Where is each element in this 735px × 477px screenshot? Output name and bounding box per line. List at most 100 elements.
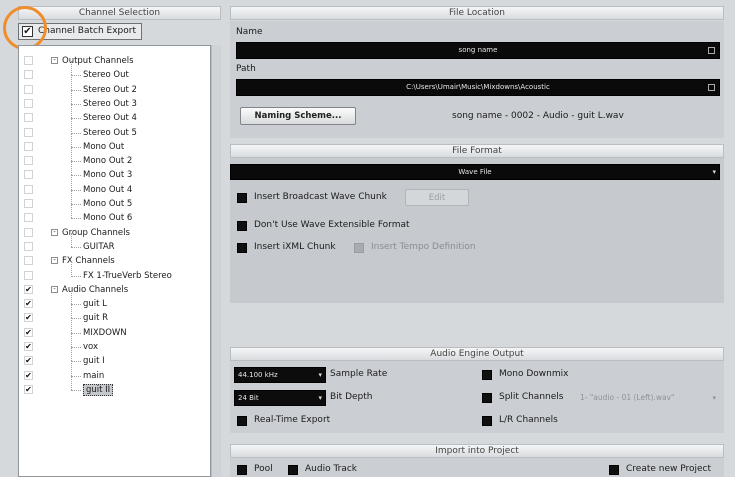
mono-downmix-checkbox[interactable] [482, 370, 492, 380]
tree-channel-row[interactable]: Mono Out 2 [83, 154, 132, 168]
tree-connector [71, 118, 81, 120]
tree-channel-row[interactable]: Mono Out [83, 140, 124, 154]
sample-rate-label: Sample Rate [330, 369, 388, 379]
realtime-export-label: Real-Time Export [254, 415, 331, 425]
split-channels-checkbox[interactable] [482, 393, 492, 403]
tree-row-checkbox[interactable] [24, 156, 33, 166]
tree-row-checkbox[interactable] [24, 56, 33, 65]
tree-row-checkbox[interactable]: ✔ [24, 299, 33, 309]
tree-row-checkbox[interactable] [24, 241, 33, 251]
audio-engine-output-panel: 44.100 kHz ▾ Sample Rate 24 Bit ▾ Bit De… [230, 361, 724, 433]
tree-connector [71, 318, 81, 320]
tree-row-checkbox[interactable] [24, 213, 33, 223]
tree-group-row[interactable]: - FX Channels [51, 254, 115, 268]
tree-row-checkbox[interactable]: ✔ [24, 313, 33, 323]
tree-row-checkbox[interactable] [24, 84, 33, 94]
file-format-select[interactable]: Wave File ▾ [230, 164, 720, 180]
tree-group-row[interactable]: - Group Channels [51, 226, 130, 240]
tree-channel-row[interactable]: Mono Out 4 [83, 183, 132, 197]
naming-scheme-button[interactable]: Naming Scheme... [240, 107, 356, 125]
tree-row-checkbox[interactable] [24, 227, 33, 237]
tree-row-checkbox[interactable] [24, 256, 33, 266]
insert-broadcast-checkbox[interactable] [237, 193, 247, 203]
channel-batch-export-label: Channel Batch Export [38, 26, 137, 36]
tree-channel-row[interactable]: guit R [83, 311, 108, 325]
tree-channel-row[interactable]: Mono Out 3 [83, 168, 132, 182]
channel-selection-header: Channel Selection [18, 6, 221, 20]
channel-tree[interactable]: - Output Channels Stereo Out Stereo Out 2 St… [18, 45, 211, 477]
dont-use-extensible-checkbox[interactable] [237, 221, 247, 231]
file-format-dropdown-icon: ▾ [712, 168, 716, 176]
tree-channel-row[interactable]: GUITAR [83, 240, 115, 254]
create-new-project-checkbox[interactable] [609, 465, 619, 475]
tree-row-checkbox[interactable] [24, 141, 33, 151]
split-channels-value: 1- "audio - 01 (Left).wav" [580, 393, 675, 402]
tree-channel-row[interactable]: FX 1-TrueVerb Stereo [83, 269, 172, 283]
tree-connector [71, 161, 72, 176]
tree-channel-row[interactable]: main [83, 369, 104, 383]
insert-ixml-checkbox[interactable] [237, 243, 247, 253]
tree-row-label: GUITAR [83, 241, 115, 252]
sample-rate-select[interactable]: 44.100 kHz ▾ [234, 367, 326, 383]
path-label: Path [236, 64, 256, 74]
name-field[interactable]: song name [236, 42, 720, 59]
tree-row-checkbox[interactable]: ✔ [24, 284, 33, 294]
tree-row-checkbox[interactable] [24, 127, 33, 137]
split-channels-select[interactable]: 1- "audio - 01 (Left).wav" ▾ [580, 390, 720, 406]
tree-row-checkbox[interactable] [24, 170, 33, 180]
tree-channel-row[interactable]: guit I [83, 354, 105, 368]
path-field[interactable]: C:\Users\Umair\Music\Mixdowns\Acoustic [236, 79, 720, 96]
tree-channel-row[interactable]: Mono Out 6 [83, 211, 132, 225]
tree-connector [71, 103, 72, 119]
tree-row-checkbox[interactable] [24, 113, 33, 123]
realtime-export-checkbox[interactable] [237, 416, 247, 426]
tree-channel-row[interactable]: Stereo Out [83, 68, 129, 82]
tree-connector [71, 304, 72, 319]
insert-tempo-checkbox[interactable] [354, 243, 364, 253]
tree-connector [71, 175, 81, 177]
tree-row-checkbox[interactable]: ✔ [24, 370, 33, 380]
tree-group-row[interactable]: - Audio Channels [51, 283, 128, 297]
tree-row-checkbox[interactable] [24, 270, 33, 280]
collapse-icon[interactable]: - [51, 228, 58, 236]
tree-channel-row[interactable]: guit L [83, 297, 107, 311]
tree-channel-row[interactable]: MIXDOWN [83, 326, 127, 340]
path-browse-icon[interactable] [708, 84, 715, 91]
name-field-edit-icon[interactable] [708, 47, 715, 54]
tree-row-checkbox[interactable] [24, 184, 33, 194]
tree-row-checkbox[interactable]: ✔ [24, 327, 33, 337]
tree-connector [71, 61, 72, 76]
audio-track-label: Audio Track [305, 464, 357, 474]
tree-connector [71, 146, 72, 162]
tree-connector [71, 347, 81, 348]
tree-row-checkbox[interactable] [24, 70, 33, 80]
bit-depth-select[interactable]: 24 Bit ▾ [234, 390, 326, 406]
tree-channel-row[interactable]: Stereo Out 5 [83, 126, 137, 140]
tree-group-row[interactable]: - Output Channels [51, 54, 134, 68]
tree-channel-row[interactable]: Mono Out 5 [83, 197, 132, 211]
tree-channel-row[interactable]: Stereo Out 3 [83, 97, 137, 111]
tree-row-checkbox[interactable]: ✔ [24, 342, 33, 351]
tree-row-checkbox[interactable] [24, 98, 33, 108]
file-location-header: File Location [230, 6, 724, 20]
tree-row-label: Mono Out 2 [83, 156, 133, 167]
tree-row-checkbox[interactable] [24, 199, 33, 208]
collapse-icon[interactable]: - [51, 285, 58, 293]
tree-row-checkbox[interactable]: ✔ [24, 384, 33, 394]
pool-checkbox[interactable] [237, 465, 247, 475]
channel-tree-scrollbar[interactable] [211, 45, 221, 477]
tree-row-label: vox [83, 342, 98, 352]
tree-row-checkbox[interactable]: ✔ [24, 356, 33, 366]
audio-track-checkbox[interactable] [288, 465, 298, 475]
tree-channel-row[interactable]: guit II [83, 383, 114, 397]
tree-connector [71, 304, 81, 306]
broadcast-edit-button[interactable]: Edit [405, 189, 469, 206]
tree-channel-row[interactable]: vox [83, 340, 98, 354]
highlight-circle-annotation [3, 6, 47, 50]
lr-channels-checkbox[interactable] [482, 416, 492, 426]
tree-channel-row[interactable]: Stereo Out 2 [83, 83, 137, 97]
tree-channel-row[interactable]: Stereo Out 4 [83, 111, 137, 125]
tree-connector [71, 318, 72, 333]
collapse-icon[interactable]: - [51, 257, 58, 265]
collapse-icon[interactable]: - [51, 57, 58, 64]
